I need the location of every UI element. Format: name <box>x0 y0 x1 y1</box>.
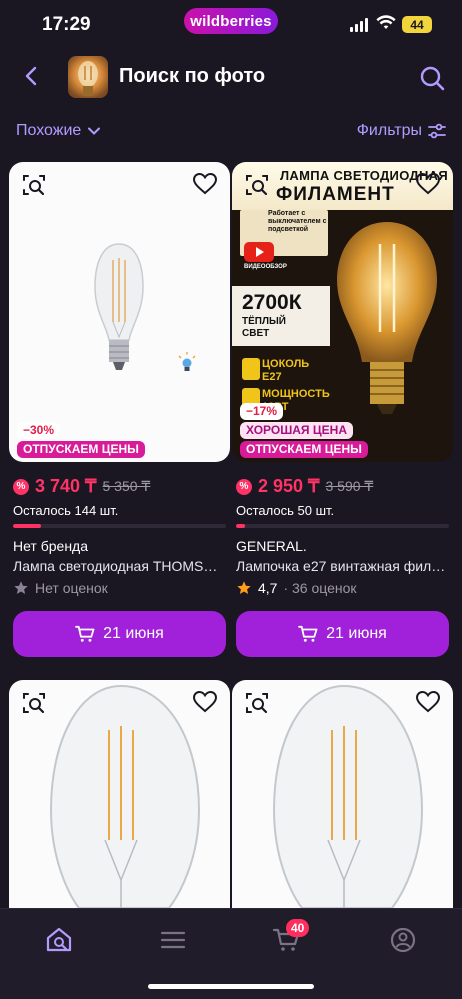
status-time: 17:29 <box>42 14 91 35</box>
add-to-cart-button[interactable]: 21 июня <box>236 611 449 657</box>
heart-icon[interactable] <box>415 689 441 715</box>
search-icon[interactable] <box>418 64 446 92</box>
stock-progress-bar <box>13 524 226 528</box>
heart-icon[interactable] <box>415 171 441 197</box>
sale-badge: ОТПУСКАЕМ ЦЕНЫ <box>17 441 145 458</box>
product-image[interactable]: −30% ОТПУСКАЕМ ЦЕНЫ <box>9 162 230 462</box>
bulb-image <box>94 243 196 371</box>
cart-icon <box>75 625 95 642</box>
stock-progress-bar <box>236 524 449 528</box>
discount-percent-icon: % <box>13 478 29 495</box>
image-search-icon[interactable] <box>21 172 47 198</box>
delivery-date: 21 июня <box>326 625 387 642</box>
image-search-icon[interactable] <box>21 690 47 716</box>
good-price-badge: ХОРОШАЯ ЦЕНА <box>240 422 353 439</box>
product-card[interactable]: ЛАМПА СВЕТОДИОДНАЯ ФИЛАМЕНТ Работает с в… <box>232 162 453 657</box>
sale-badge: ОТПУСКАЕМ ЦЕНЫ <box>240 441 368 458</box>
star-icon <box>237 581 251 594</box>
product-image[interactable] <box>232 680 453 908</box>
status-bar: 17:29 wildberries 44 <box>0 0 462 48</box>
filters-button[interactable]: Фильтры <box>357 122 446 140</box>
discount-percent-icon: % <box>236 478 252 495</box>
review-count: · 36 оценок <box>283 580 357 596</box>
cart-count-badge: 40 <box>286 919 310 937</box>
stock-remaining: Осталось 144 шт. <box>13 503 119 518</box>
image-search-icon[interactable] <box>244 690 270 716</box>
current-price: 2 950 ₸ <box>258 476 320 496</box>
price-row: % 3 740 ₸ 5 350 ₸ <box>9 476 230 497</box>
product-rating: Нет оценок <box>9 580 230 596</box>
product-rating: 4,7 · 36 оценок <box>232 580 453 596</box>
stock-remaining: Осталось 50 шт. <box>236 503 335 518</box>
page-header: Поиск по фото <box>0 52 462 104</box>
product-brand: Нет бренда <box>13 538 89 554</box>
rating-text: Нет оценок <box>35 580 108 596</box>
search-photo-thumbnail[interactable] <box>68 56 108 98</box>
home-indicator <box>148 984 314 989</box>
star-icon <box>14 581 28 594</box>
product-image[interactable]: ЛАМПА СВЕТОДИОДНАЯ ФИЛАМЕНТ Работает с в… <box>232 162 453 462</box>
heart-icon[interactable] <box>192 171 218 197</box>
image-search-icon[interactable] <box>244 172 270 198</box>
filter-row: Похожие Фильтры <box>0 114 462 150</box>
cellular-signal-icon <box>350 18 368 32</box>
product-tags: −30% ОТПУСКАЕМ ЦЕНЫ <box>17 422 145 458</box>
similar-sort-dropdown[interactable]: Похожие <box>16 122 101 140</box>
product-name: Лампочка е27 винтажная филамент <box>236 558 447 574</box>
wifi-icon <box>376 15 396 29</box>
chevron-left-icon[interactable] <box>20 64 44 88</box>
chevron-down-icon <box>88 127 101 135</box>
catalog-menu-icon[interactable] <box>158 925 188 955</box>
product-tags: −17% ХОРОШАЯ ЦЕНА ОТПУСКАЕМ ЦЕНЫ <box>240 403 368 458</box>
product-card[interactable] <box>232 680 453 908</box>
old-price: 3 590 ₸ <box>325 478 374 494</box>
rating-value: 4,7 <box>258 580 278 596</box>
lightbulb-icon <box>178 352 196 371</box>
heart-icon[interactable] <box>192 689 218 715</box>
similar-label: Похожие <box>16 122 82 139</box>
sliders-icon <box>428 123 446 139</box>
add-to-cart-button[interactable]: 21 июня <box>13 611 226 657</box>
product-name: Лампа светодиодная THOMSON <box>13 558 224 574</box>
price-row: % 2 950 ₸ 3 590 ₸ <box>232 476 453 497</box>
page-title: Поиск по фото <box>119 65 266 87</box>
profile-icon[interactable] <box>388 925 418 955</box>
filters-label: Фильтры <box>356 122 422 139</box>
current-price: 3 740 ₸ <box>35 476 97 496</box>
old-price: 5 350 ₸ <box>102 478 151 494</box>
product-image[interactable] <box>9 680 230 908</box>
product-card[interactable] <box>9 680 230 908</box>
stock-progress-fill <box>13 524 41 528</box>
cart-icon <box>298 625 318 642</box>
home-search-icon[interactable] <box>44 925 74 955</box>
battery-indicator: 44 <box>402 16 432 33</box>
delivery-date: 21 июня <box>103 625 164 642</box>
wildberries-logo: wildberries <box>184 8 278 34</box>
stock-progress-fill <box>236 524 245 528</box>
discount-badge: −30% <box>17 422 61 439</box>
product-brand: GENERAL. <box>236 538 307 554</box>
discount-badge: −17% <box>240 403 284 420</box>
product-card[interactable]: −30% ОТПУСКАЕМ ЦЕНЫ % 3 740 ₸ 5 350 ₸ Ос… <box>9 162 230 657</box>
